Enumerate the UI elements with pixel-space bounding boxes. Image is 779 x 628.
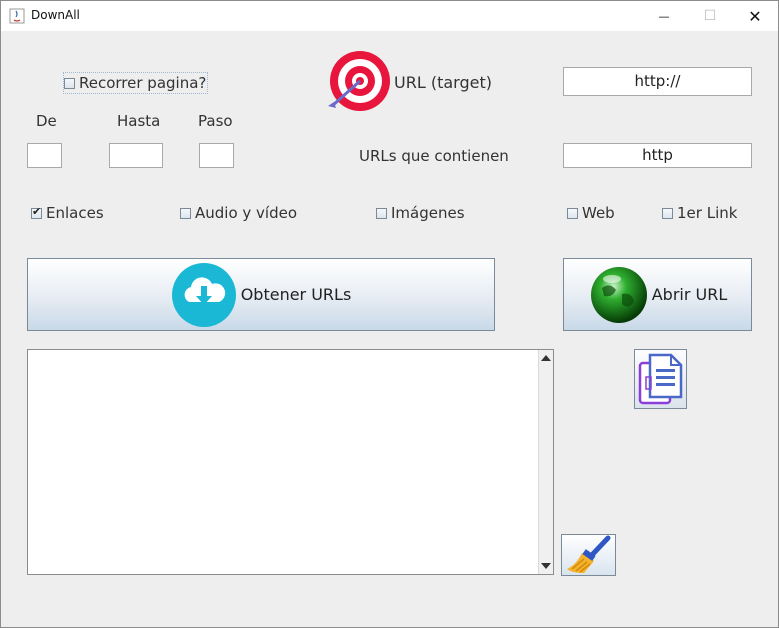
filter-audio-video-checkbox[interactable]: Audio y vídeo	[180, 204, 297, 222]
de-label: De	[36, 112, 57, 130]
audio-video-checkbox-box[interactable]	[180, 207, 191, 219]
urls-output-text	[28, 350, 553, 358]
1er-link-checkbox-box[interactable]	[662, 207, 673, 219]
filter-audio-video-label: Audio y vídeo	[195, 204, 298, 222]
urls-contain-label: URLs que contienen	[359, 147, 509, 165]
filter-imagenes-checkbox[interactable]: Imágenes	[376, 204, 465, 222]
filter-1er-link-checkbox[interactable]: 1er Link	[662, 204, 737, 222]
obtener-urls-label: Obtener URLs	[240, 285, 352, 304]
title-bar: DownAll — ☐ ✕	[1, 1, 778, 31]
app-window: DownAll — ☐ ✕ Recorrer pagina? URL (targ…	[0, 0, 779, 628]
maximize-button[interactable]: ☐	[687, 1, 733, 31]
broom-icon	[566, 535, 610, 573]
paso-input[interactable]	[199, 143, 234, 168]
enlaces-checkbox-box[interactable]	[31, 205, 42, 219]
filter-imagenes-label: Imágenes	[391, 204, 465, 222]
abrir-url-label: Abrir URL	[651, 285, 728, 304]
hasta-label: Hasta	[117, 112, 161, 130]
window-title: DownAll	[31, 8, 80, 22]
target-icon	[328, 51, 390, 111]
abrir-url-button[interactable]: Abrir URL	[563, 258, 752, 331]
scroll-down-icon[interactable]	[541, 563, 551, 569]
web-checkbox-box[interactable]	[567, 207, 578, 219]
close-icon: ✕	[748, 6, 762, 26]
close-button[interactable]: ✕	[732, 1, 778, 31]
de-input[interactable]	[27, 143, 62, 168]
filter-enlaces-label: Enlaces	[46, 204, 104, 222]
globe-icon	[590, 266, 647, 323]
obtener-urls-button[interactable]: Obtener URLs	[27, 258, 495, 331]
filter-web-label: Web	[582, 204, 615, 222]
urls-contain-field[interactable]: http	[563, 143, 752, 168]
minimize-icon: —	[658, 9, 670, 23]
filter-web-checkbox[interactable]: Web	[567, 204, 615, 222]
maximize-icon: ☐	[703, 8, 717, 24]
imagenes-checkbox-box[interactable]	[376, 207, 387, 219]
recorrer-checkbox-box[interactable]	[64, 77, 75, 89]
paso-label: Paso	[198, 112, 233, 130]
urls-output-textarea[interactable]	[27, 349, 554, 575]
copy-icon	[638, 353, 682, 405]
minimize-button[interactable]: —	[641, 1, 687, 31]
filter-enlaces-checkbox[interactable]: Enlaces	[31, 204, 104, 222]
recorrer-pagina-checkbox[interactable]: Recorrer pagina?	[63, 72, 209, 94]
filter-1er-link-label: 1er Link	[677, 204, 738, 222]
java-app-icon	[9, 8, 25, 24]
recorrer-label: Recorrer pagina?	[79, 74, 207, 92]
cloud-download-icon	[171, 262, 236, 327]
vertical-scrollbar[interactable]	[538, 350, 553, 574]
copy-button[interactable]	[634, 349, 687, 409]
url-target-field[interactable]: http://	[563, 67, 752, 96]
hasta-input[interactable]	[109, 143, 163, 168]
clear-button[interactable]	[561, 534, 616, 576]
url-target-label: URL (target)	[394, 73, 492, 92]
scroll-up-icon[interactable]	[541, 355, 551, 361]
